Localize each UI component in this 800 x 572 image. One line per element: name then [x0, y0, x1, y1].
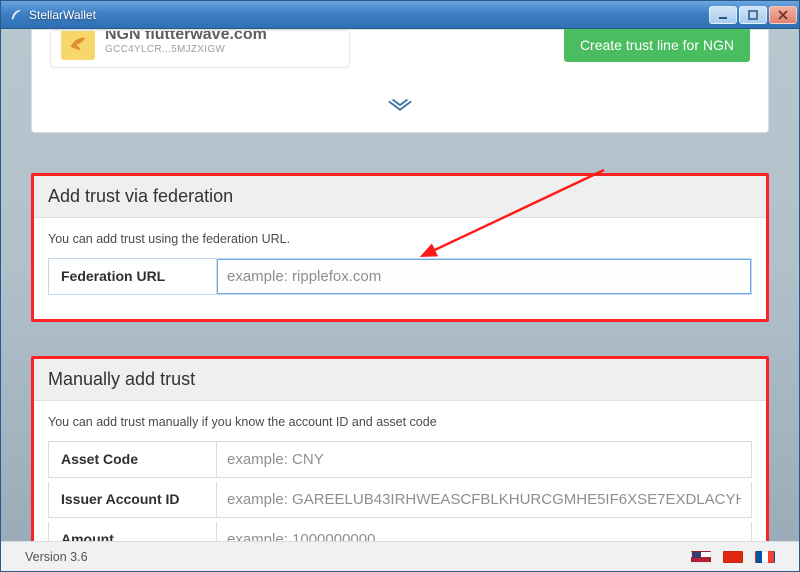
minimize-button[interactable] [709, 6, 737, 24]
manual-panel-title: Manually add trust [34, 359, 766, 401]
issuer-row: Issuer Account ID [48, 482, 752, 518]
issuer-account-input[interactable] [217, 482, 751, 517]
amount-row: Amount [48, 522, 752, 541]
federation-panel: Add trust via federation You can add tru… [31, 173, 769, 322]
asset-chip[interactable]: NGN flutterwave.com GCC4YLCR...5MJZXIGW [50, 30, 350, 68]
asset-logo-icon [61, 30, 95, 60]
asset-code-label: Asset Code [49, 442, 217, 477]
version-label: Version 3.6 [25, 550, 88, 564]
maximize-button[interactable] [739, 6, 767, 24]
federation-url-label: Federation URL [49, 259, 217, 294]
flag-cn-icon[interactable] [723, 551, 743, 563]
flag-fr-icon[interactable] [755, 551, 775, 563]
window-title: StellarWallet [29, 8, 709, 22]
federation-help-text: You can add trust using the federation U… [48, 232, 752, 246]
issuer-label: Issuer Account ID [49, 482, 217, 517]
content-area: NGN flutterwave.com GCC4YLCR...5MJZXIGW … [1, 29, 799, 541]
asset-account-short: GCC4YLCR...5MJZXIGW [105, 44, 267, 55]
amount-input[interactable] [217, 522, 751, 541]
manual-panel: Manually add trust You can add trust man… [31, 356, 769, 541]
amount-label: Amount [49, 522, 217, 541]
footer: Version 3.6 [1, 541, 799, 571]
asset-meta: NGN flutterwave.com GCC4YLCR...5MJZXIGW [105, 36, 267, 55]
expand-chevron-icon[interactable] [50, 98, 750, 118]
asset-code-input[interactable] [217, 442, 751, 477]
close-button[interactable] [769, 6, 797, 24]
federation-panel-title: Add trust via federation [34, 176, 766, 218]
asset-card: NGN flutterwave.com GCC4YLCR...5MJZXIGW … [31, 29, 769, 133]
manual-help-text: You can add trust manually if you know t… [48, 415, 752, 429]
federation-url-input[interactable] [217, 259, 751, 294]
flag-us-icon[interactable] [691, 551, 711, 563]
language-flags [691, 551, 775, 563]
create-trust-line-button[interactable]: Create trust line for NGN [564, 29, 750, 62]
titlebar: StellarWallet [1, 1, 799, 29]
app-window: StellarWallet NGN flutterwave.com GCC4YL… [0, 0, 800, 572]
asset-title: NGN flutterwave.com [105, 30, 267, 44]
asset-code-row: Asset Code [48, 441, 752, 478]
app-icon [9, 8, 23, 22]
federation-url-row: Federation URL [48, 258, 752, 295]
window-controls [709, 6, 797, 24]
